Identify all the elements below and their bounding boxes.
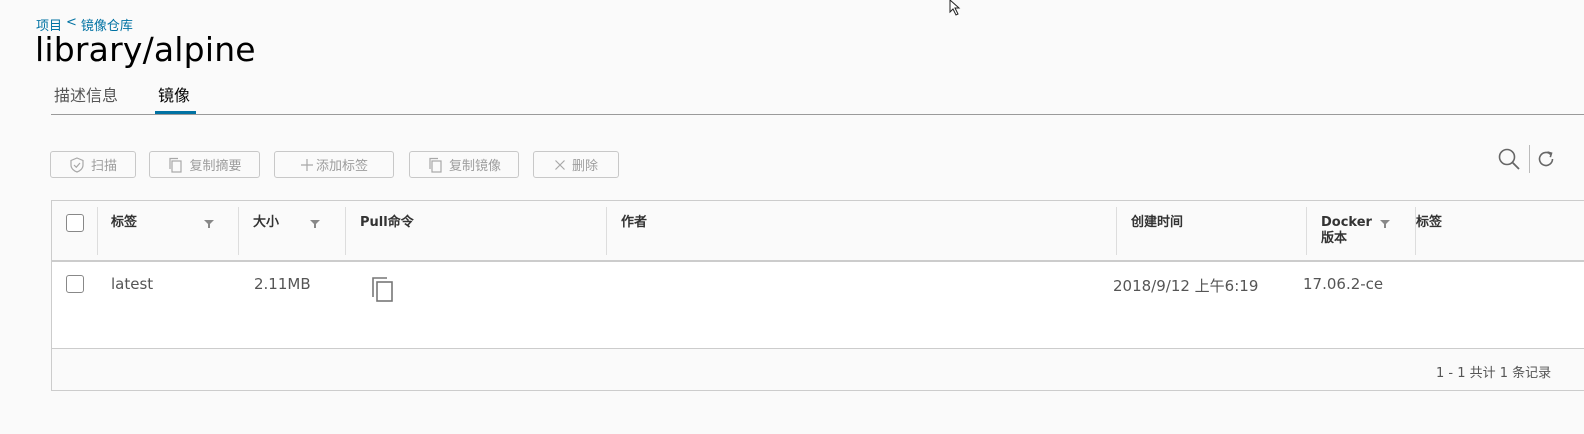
plus-icon: [300, 158, 313, 171]
grid-footer: 1 - 1 共计 1 条记录: [52, 348, 1584, 390]
copy-icon: [429, 157, 442, 173]
close-icon: [555, 159, 565, 170]
toolbar-divider: [1529, 145, 1530, 173]
copy-digest-label: 复制摘要: [189, 159, 242, 174]
table-row: latest 2.11MB 2018/9/12 上午6:19 17.06.2-c…: [52, 262, 1584, 348]
grid-tools: [1497, 145, 1556, 173]
scan-button[interactable]: 扫描: [50, 151, 136, 178]
cell-tag: latest: [111, 275, 154, 293]
column-separator: [345, 207, 346, 255]
delete-label: 删除: [571, 159, 598, 174]
add-label-button[interactable]: 添加标签: [274, 151, 394, 178]
cell-created: 2018/9/12 上午6:19: [1113, 277, 1259, 295]
row-checkbox[interactable]: [66, 275, 84, 293]
delete-button[interactable]: 删除: [533, 151, 619, 178]
tab-images[interactable]: 镜像: [158, 82, 190, 106]
column-separator: [238, 207, 239, 255]
copy-image-label: 复制镜像: [448, 159, 501, 174]
column-header-created[interactable]: 创建时间: [1131, 215, 1183, 231]
column-separator: [97, 207, 98, 255]
active-tab-indicator: [155, 111, 196, 114]
column-separator: [1116, 207, 1117, 255]
column-header-labels[interactable]: 标签: [1416, 215, 1442, 231]
select-all-checkbox[interactable]: [66, 214, 84, 232]
column-header-pull-command[interactable]: Pull命令: [360, 215, 414, 231]
add-label-label: 添加标签: [315, 159, 368, 174]
image-tags-grid: 标签 大小 Pull命令 作者 创建时间 Docker 版本 标签 latest…: [51, 200, 1584, 391]
refresh-icon[interactable]: [1536, 149, 1556, 169]
scan-button-label: 扫描: [90, 159, 117, 174]
filter-icon[interactable]: [204, 219, 214, 229]
pagination-description: 1 - 1 共计 1 条记录: [1436, 366, 1552, 381]
tab-description[interactable]: 描述信息: [54, 82, 118, 106]
column-header-tag[interactable]: 标签: [111, 215, 137, 231]
shield-check-icon: [70, 156, 84, 173]
cell-docker-version: 17.06.2-ce: [1303, 275, 1384, 293]
column-header-size[interactable]: 大小: [253, 215, 279, 231]
copy-icon[interactable]: [370, 276, 396, 304]
copy-digest-button[interactable]: 复制摘要: [149, 151, 260, 178]
column-separator: [606, 207, 607, 255]
copy-image-button[interactable]: 复制镜像: [409, 151, 519, 178]
mouse-cursor-icon: [949, 0, 961, 16]
filter-icon[interactable]: [310, 219, 320, 229]
tab-bar: 描述信息 镜像: [51, 76, 1584, 115]
docker-version-line1: Docker: [1321, 215, 1372, 230]
filter-icon[interactable]: [1380, 219, 1390, 229]
copy-icon: [169, 157, 183, 173]
column-header-author[interactable]: 作者: [621, 215, 647, 231]
cell-size: 2.11MB: [254, 275, 311, 293]
docker-version-line2: 版本: [1321, 231, 1348, 246]
search-icon[interactable]: [1497, 147, 1521, 171]
column-header-docker-version[interactable]: Docker 版本: [1321, 215, 1372, 247]
grid-header: 标签 大小 Pull命令 作者 创建时间 Docker 版本 标签: [52, 201, 1584, 262]
column-separator: [1306, 207, 1307, 255]
page-title: library/alpine: [35, 30, 256, 69]
